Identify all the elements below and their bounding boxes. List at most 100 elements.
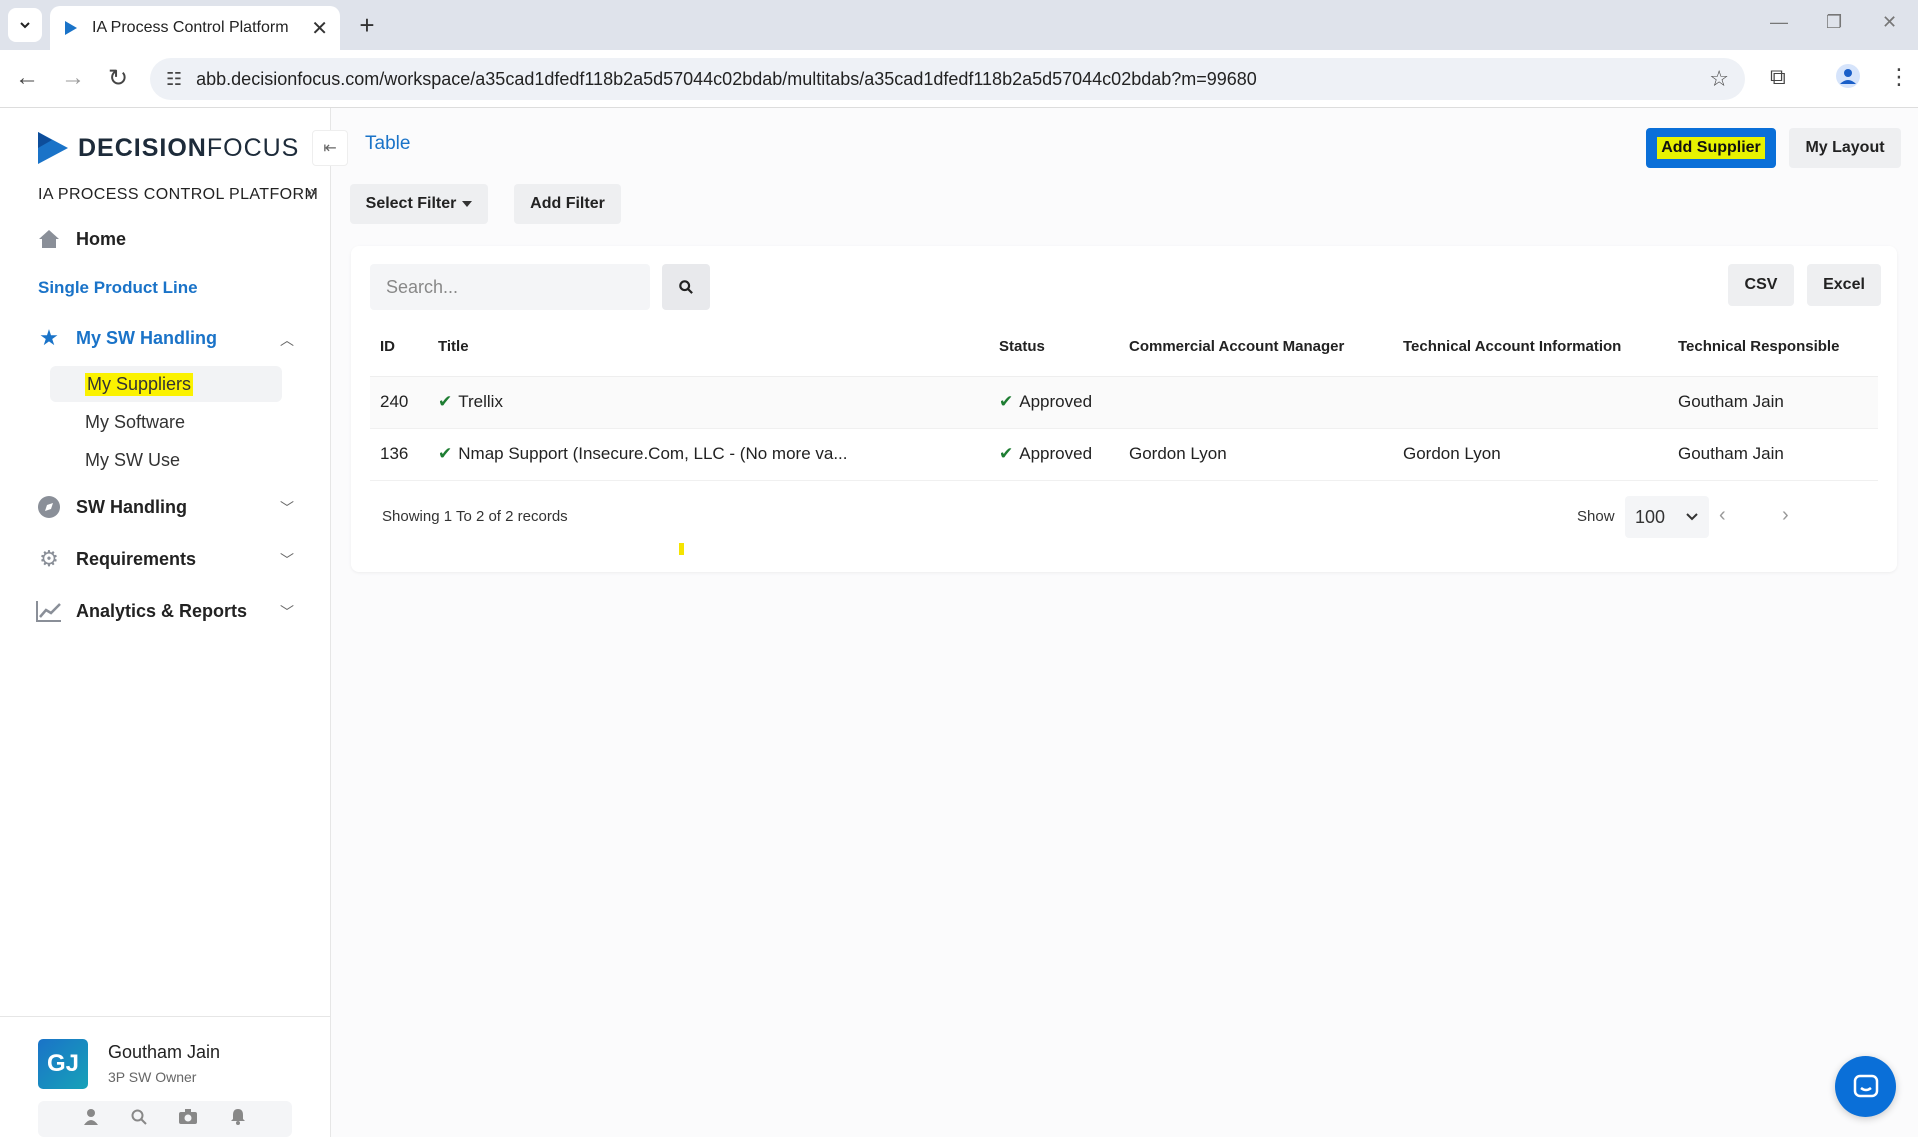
new-tab-button[interactable]: +	[352, 10, 382, 41]
logo-text-bold: DECISION	[78, 133, 207, 162]
chevron-down-icon[interactable]: ﹀	[280, 550, 294, 570]
bookmark-star-icon[interactable]: ☆	[1709, 66, 1729, 92]
column-header-technical-responsible[interactable]: Technical Responsible	[1668, 318, 1878, 377]
main-content: Table Add Supplier My Layout Select Filt…	[331, 108, 1918, 1137]
select-filter-dropdown[interactable]: Select Filter	[350, 184, 488, 224]
chevron-down-icon	[1686, 513, 1698, 521]
cell-title[interactable]: ✔ Trellix	[428, 376, 989, 429]
reload-icon[interactable]: ↻	[103, 64, 133, 93]
column-header-technical-account-information[interactable]: Technical Account Information	[1393, 318, 1668, 377]
tab-close-icon[interactable]: ✕	[311, 16, 328, 41]
gear-icon: ⚙	[39, 546, 59, 571]
avatar[interactable]: GJ	[38, 1039, 88, 1089]
sidebar-item-label: My Suppliers	[85, 372, 194, 396]
chat-icon	[1853, 1074, 1878, 1097]
table-header-row: ID Title Status Commercial Account Manag…	[370, 318, 1878, 377]
nav-requirements-label: Requirements	[76, 548, 197, 569]
browser-menu-icon[interactable]: ⋮	[1888, 64, 1910, 90]
column-header-status[interactable]: Status	[989, 318, 1119, 377]
nav-requirements[interactable]: ⚙ Requirements	[36, 546, 196, 572]
cell-technical-account-information: Gordon Lyon	[1393, 428, 1668, 481]
camera-icon[interactable]	[179, 1109, 198, 1129]
add-filter-button[interactable]: Add Filter	[514, 184, 621, 224]
excel-export-button[interactable]: Excel	[1807, 264, 1881, 306]
nav-my-sw-handling[interactable]: ★ My SW Handling	[36, 325, 217, 351]
sidebar-item-my-suppliers[interactable]: My Suppliers	[50, 366, 282, 402]
highlight-mark	[679, 543, 684, 555]
browser-tab-active[interactable]: IA Process Control Platform ✕	[50, 6, 340, 50]
bell-icon[interactable]	[230, 1108, 246, 1130]
nav-home-label: Home	[76, 228, 127, 249]
page-size-label: Show	[1577, 508, 1615, 525]
chevron-down-icon[interactable]: ﹀	[280, 498, 294, 518]
sidebar-item-my-software[interactable]: My Software	[50, 404, 282, 440]
cell-title[interactable]: ✔ Nmap Support (Insecure.Com, LLC - (No m…	[428, 428, 989, 481]
cell-id: 136	[370, 428, 428, 481]
table-row[interactable]: 240 ✔ Trellix ✔ Approved Goutham Jain	[370, 376, 1878, 429]
user-panel: GJ Goutham Jain 3P SW Owner	[0, 1016, 331, 1137]
csv-export-button[interactable]: CSV	[1728, 264, 1794, 306]
browser-tab-bar: IA Process Control Platform ✕ + — ❐ ✕	[0, 0, 1918, 50]
decisionfocus-logo[interactable]: DECISIONFOCUS	[36, 130, 299, 166]
records-table-card: CSV Excel ID Title Status Commercial Acc…	[351, 246, 1897, 572]
next-page-icon[interactable]: ›	[1782, 504, 1789, 527]
restore-icon[interactable]: ❐	[1826, 12, 1842, 33]
profile-icon[interactable]	[1836, 64, 1860, 94]
my-layout-button[interactable]: My Layout	[1789, 128, 1901, 168]
table-row[interactable]: 136 ✔ Nmap Support (Insecure.Com, LLC - (…	[370, 428, 1878, 481]
collapse-sidebar-button[interactable]: ⇤	[312, 130, 348, 166]
back-arrow-icon[interactable]: ←	[12, 64, 42, 92]
check-icon: ✔	[999, 392, 1014, 411]
url-omnibox[interactable]: ☷ abb.decisionfocus.com/workspace/a35cad…	[150, 58, 1745, 100]
sidebar-item-label: My SW Use	[85, 449, 181, 470]
user-role: 3P SW Owner	[108, 1069, 197, 1085]
search-icon[interactable]	[131, 1109, 147, 1130]
tab-search-button[interactable]	[8, 8, 42, 42]
forward-arrow-icon[interactable]: →	[58, 64, 88, 92]
logo-mark-icon	[38, 132, 68, 164]
records-count: Showing 1 To 2 of 2 records	[382, 508, 568, 525]
nav-my-sw-handling-label: My SW Handling	[76, 327, 217, 348]
user-icon[interactable]	[84, 1108, 99, 1130]
nav-sw-handling-label: SW Handling	[76, 496, 187, 517]
column-header-id[interactable]: ID	[370, 318, 428, 377]
site-settings-icon[interactable]: ☷	[166, 69, 182, 90]
column-header-commercial-account-manager[interactable]: Commercial Account Manager	[1119, 318, 1393, 377]
chevron-down-icon[interactable]: ﹀	[280, 602, 294, 622]
check-icon: ✔	[438, 444, 453, 463]
page-title[interactable]: Table	[365, 133, 410, 155]
user-actions	[38, 1101, 292, 1137]
url-text: abb.decisionfocus.com/workspace/a35cad1d…	[196, 68, 1257, 89]
home-icon	[36, 226, 62, 252]
window-close-icon[interactable]: ✕	[1882, 12, 1897, 33]
double-chevron-right-icon[interactable]: »	[306, 182, 316, 203]
add-supplier-button[interactable]: Add Supplier	[1646, 128, 1776, 168]
star-icon: ★	[39, 325, 59, 350]
search-icon	[679, 280, 693, 294]
chevron-up-icon[interactable]: ︿	[280, 330, 294, 350]
check-icon: ✔	[999, 444, 1014, 463]
search-input[interactable]	[370, 264, 650, 310]
page-size-select[interactable]: 100	[1625, 496, 1709, 538]
cell-technical-account-information	[1393, 376, 1668, 429]
nav-analytics-reports[interactable]: Analytics & Reports	[36, 598, 247, 624]
column-header-title[interactable]: Title	[428, 318, 989, 377]
decisionfocus-favicon-icon	[65, 21, 77, 35]
cell-technical-responsible: Goutham Jain	[1668, 376, 1878, 429]
cell-id: 240	[370, 376, 428, 429]
extensions-icon[interactable]: ⧉	[1770, 64, 1786, 90]
previous-page-icon[interactable]: ‹	[1719, 504, 1726, 527]
chevron-down-icon	[20, 22, 30, 29]
search-button[interactable]	[662, 264, 710, 310]
nav-analytics-label: Analytics & Reports	[76, 600, 248, 621]
single-product-line-link[interactable]: Single Product Line	[38, 278, 198, 298]
nav-home[interactable]: Home	[36, 226, 126, 252]
cell-commercial-account-manager	[1119, 376, 1393, 429]
check-icon: ✔	[438, 392, 453, 411]
nav-sw-handling[interactable]: SW Handling	[36, 494, 187, 520]
chat-support-button[interactable]	[1835, 1056, 1896, 1117]
platform-name: IA PROCESS CONTROL PLATFORM	[38, 186, 319, 203]
cell-status: ✔ Approved	[989, 428, 1119, 481]
minimize-icon[interactable]: —	[1770, 12, 1788, 33]
sidebar-item-my-sw-use[interactable]: My SW Use	[50, 442, 282, 478]
